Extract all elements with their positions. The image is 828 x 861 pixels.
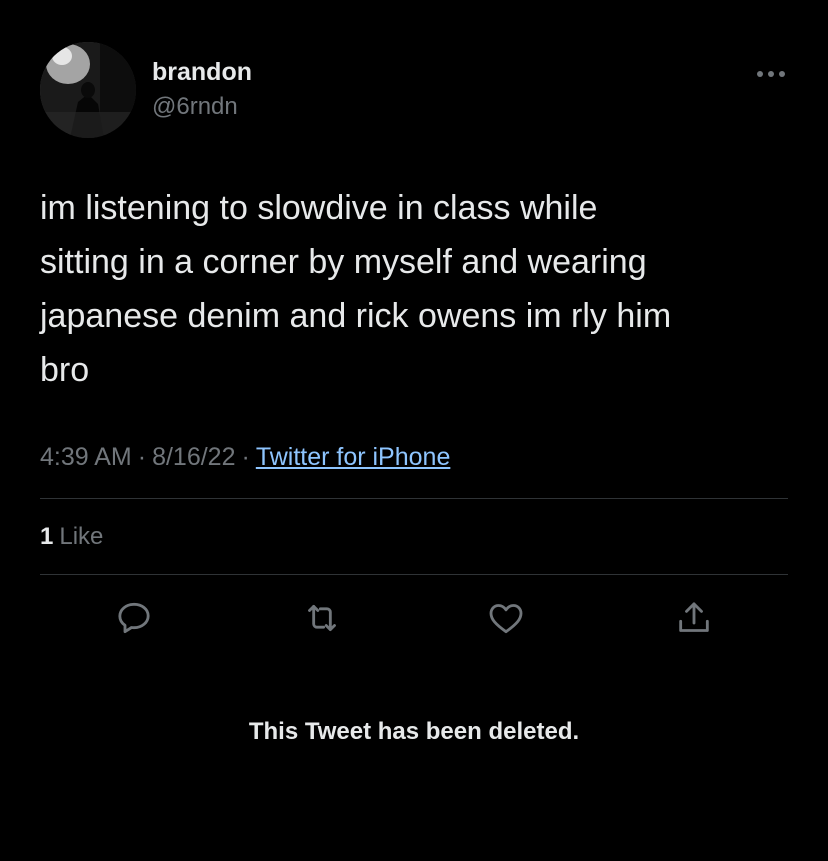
handle[interactable]: @6rndn <box>152 93 238 121</box>
reply-button[interactable] <box>114 598 154 638</box>
retweet-icon <box>308 604 336 632</box>
tweet-source-link[interactable]: Twitter for iPhone <box>256 443 451 471</box>
meta-separator: · <box>137 443 147 471</box>
tweet-meta: 4:39 AM · 8/16/22 · Twitter for iPhone <box>40 443 450 472</box>
retweet-button[interactable] <box>302 598 342 638</box>
like-count: 1 <box>40 523 54 550</box>
divider <box>40 498 788 499</box>
meta-separator: · <box>241 443 250 471</box>
heart-icon <box>489 604 523 634</box>
tweet-text: im listening to slowdive in class while … <box>40 189 672 389</box>
avatar-photo <box>40 42 136 138</box>
likes-stat[interactable]: 1 Like <box>40 523 103 551</box>
more-icon[interactable] <box>754 66 788 82</box>
like-label: Like <box>59 523 104 550</box>
reply-icon <box>118 602 150 634</box>
like-button[interactable] <box>486 598 526 638</box>
divider <box>40 574 788 575</box>
share-button[interactable] <box>674 598 714 638</box>
display-name[interactable]: brandon <box>152 58 252 87</box>
tweet-time: 4:39 AM <box>40 443 132 471</box>
deleted-notice: This Tweet has been deleted. <box>248 718 580 745</box>
tweet-date: 8/16/22 <box>152 443 236 471</box>
avatar[interactable] <box>40 42 136 138</box>
share-icon <box>679 602 709 632</box>
